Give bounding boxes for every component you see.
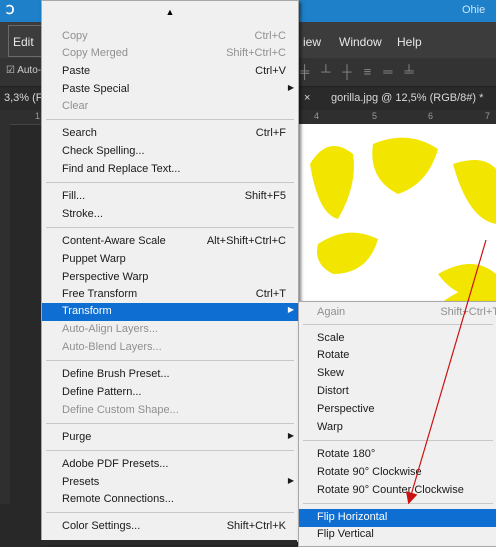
annotation-arrow [405,239,487,505]
